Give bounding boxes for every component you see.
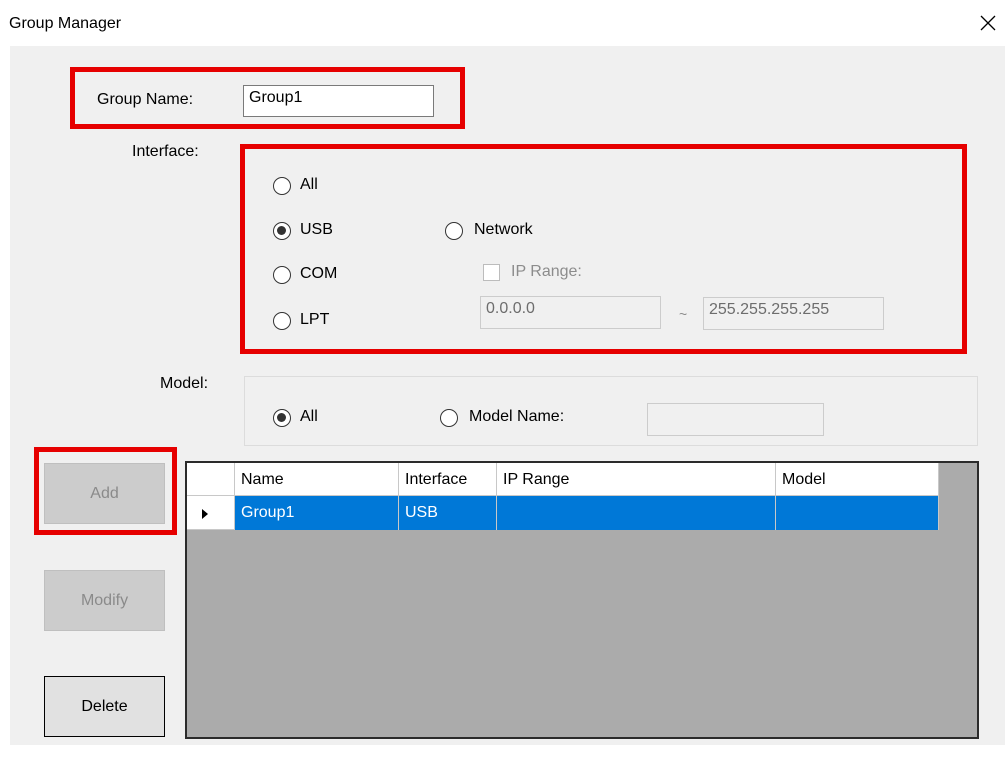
group-grid[interactable]: Name Interface IP Range Model Group1 USB — [185, 461, 979, 739]
current-row-arrow-icon — [201, 507, 209, 525]
model-name-label[interactable]: Model Name: — [469, 408, 564, 426]
interface-usb-radio[interactable] — [273, 222, 291, 240]
interface-usb-label[interactable]: USB — [300, 221, 333, 239]
window-bottom-edge — [0, 745, 1005, 757]
modify-button[interactable]: Modify — [44, 570, 165, 631]
interface-network-label[interactable]: Network — [474, 221, 533, 239]
cell-ip-range[interactable] — [497, 496, 776, 530]
column-header-ip-range[interactable]: IP Range — [497, 463, 776, 496]
delete-button[interactable]: Delete — [44, 676, 165, 737]
cell-interface[interactable]: USB — [399, 496, 497, 530]
model-name-input[interactable] — [647, 403, 824, 436]
model-group — [244, 376, 978, 446]
interface-all-label[interactable]: All — [300, 176, 318, 194]
ip-range-checkbox[interactable] — [483, 264, 500, 281]
column-header-model[interactable]: Model — [776, 463, 939, 496]
column-header-name[interactable]: Name — [235, 463, 399, 496]
row-header-corner — [187, 463, 235, 496]
add-button[interactable]: Add — [44, 463, 165, 524]
interface-network-radio[interactable] — [445, 222, 463, 240]
interface-lpt-label[interactable]: LPT — [300, 311, 329, 329]
group-manager-window: Group Manager Group Name: Group1 Interfa… — [0, 0, 1005, 757]
cell-name[interactable]: Group1 — [235, 496, 399, 530]
window-left-edge — [0, 46, 10, 757]
interface-label: Interface: — [132, 143, 199, 160]
model-name-radio[interactable] — [440, 409, 458, 427]
interface-com-radio[interactable] — [273, 266, 291, 284]
model-label: Model: — [160, 375, 209, 392]
ip-range-end-input[interactable]: 255.255.255.255 — [703, 297, 884, 330]
column-header-interface[interactable]: Interface — [399, 463, 497, 496]
group-name-input[interactable]: Group1 — [243, 85, 434, 117]
interface-com-label[interactable]: COM — [300, 265, 337, 283]
model-all-radio[interactable] — [273, 409, 291, 427]
window-title: Group Manager — [9, 15, 122, 32]
ip-range-label: IP Range: — [511, 263, 582, 280]
interface-lpt-radio[interactable] — [273, 312, 291, 330]
group-name-label: Group Name: — [97, 91, 194, 108]
ip-range-start-input[interactable]: 0.0.0.0 — [480, 296, 661, 329]
row-header[interactable] — [187, 496, 235, 530]
close-icon[interactable] — [975, 10, 1001, 36]
cell-model[interactable] — [776, 496, 939, 530]
interface-all-radio[interactable] — [273, 177, 291, 195]
title-bar: Group Manager — [0, 0, 1005, 46]
model-all-label[interactable]: All — [300, 408, 318, 426]
ip-range-separator: ~ — [679, 306, 688, 322]
